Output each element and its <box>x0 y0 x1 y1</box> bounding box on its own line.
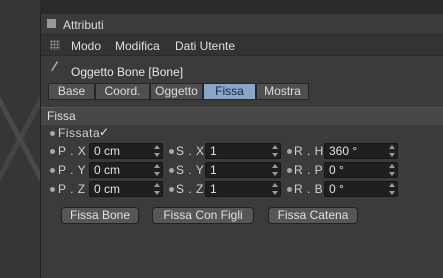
fixed-animate-icon[interactable] <box>50 131 55 136</box>
viewport-background <box>0 0 40 278</box>
px-value: 0 cm <box>94 144 121 158</box>
sx-spinner-icon[interactable] <box>272 145 278 157</box>
fix-bone-button[interactable]: Fissa Bone <box>61 207 139 224</box>
rh-field[interactable]: 360 ° <box>324 143 398 159</box>
rp-label: R . P <box>294 163 324 177</box>
sy-field[interactable]: 1 <box>205 162 281 178</box>
rb-animate-icon[interactable] <box>287 187 292 192</box>
panel-title: Attributi <box>63 18 104 32</box>
rh-label: R . H <box>294 144 324 158</box>
sx-field[interactable]: 1 <box>205 143 281 159</box>
pz-label: P . Z <box>58 182 86 196</box>
section-header: Fissa <box>41 107 443 125</box>
sy-label: S . Y <box>176 163 205 177</box>
py-label: P . Y <box>58 163 87 177</box>
rb-label: R . B <box>294 182 324 196</box>
rp-value: 0 ° <box>329 163 344 177</box>
px-field[interactable]: 0 cm <box>89 143 163 159</box>
rp-spinner-icon[interactable] <box>389 164 395 176</box>
tab-base[interactable]: Base <box>48 83 95 100</box>
sy-spinner-icon[interactable] <box>272 164 278 176</box>
fix-chain-button[interactable]: Fissa Catena <box>268 207 358 224</box>
sz-animate-icon[interactable] <box>169 187 174 192</box>
px-animate-icon[interactable] <box>50 149 55 154</box>
panel-titlebar: Attributi <box>41 14 443 34</box>
sx-label: S . X <box>176 144 205 158</box>
section-title: Fissa <box>47 109 76 123</box>
menu-grip-icon[interactable] <box>50 40 60 50</box>
fixed-label: Fissata <box>58 126 101 140</box>
menu-bar: Modo Modifica Dati Utente <box>41 34 443 56</box>
py-animate-icon[interactable] <box>50 168 55 173</box>
menu-item-modifica[interactable]: Modifica <box>115 39 160 53</box>
rb-value: 0 ° <box>329 182 344 196</box>
sz-label: S . Z <box>176 182 204 196</box>
bone-icon <box>51 61 58 72</box>
menu-item-modo[interactable]: Modo <box>71 39 101 53</box>
tab-mostra[interactable]: Mostra <box>256 83 309 100</box>
rp-field[interactable]: 0 ° <box>324 162 398 178</box>
pz-field[interactable]: 0 cm <box>89 181 163 197</box>
sx-animate-icon[interactable] <box>169 149 174 154</box>
fixed-checkbox[interactable]: ✓ <box>99 125 109 139</box>
sz-field[interactable]: 1 <box>205 181 281 197</box>
attributes-panel: Attributi Modo Modifica Dati Utente Ogge… <box>40 14 443 278</box>
py-spinner-icon[interactable] <box>154 164 160 176</box>
rb-field[interactable]: 0 ° <box>324 181 398 197</box>
tab-fissa[interactable]: Fissa <box>203 83 256 100</box>
rh-animate-icon[interactable] <box>287 149 292 154</box>
pz-spinner-icon[interactable] <box>154 183 160 195</box>
px-label: P . X <box>58 144 87 158</box>
tab-oggetto[interactable]: Oggetto <box>150 83 203 100</box>
rh-value: 360 ° <box>329 144 358 158</box>
py-field[interactable]: 0 cm <box>89 162 163 178</box>
rb-spinner-icon[interactable] <box>389 183 395 195</box>
panel-grip-icon[interactable] <box>47 19 56 28</box>
rp-animate-icon[interactable] <box>287 168 292 173</box>
sz-value: 1 <box>210 182 217 196</box>
menu-item-dati-utente[interactable]: Dati Utente <box>175 39 235 53</box>
sz-spinner-icon[interactable] <box>272 183 278 195</box>
object-header: Oggetto Bone [Bone] <box>41 56 443 80</box>
py-value: 0 cm <box>94 163 121 177</box>
rh-spinner-icon[interactable] <box>389 145 395 157</box>
sy-animate-icon[interactable] <box>169 168 174 173</box>
fix-with-children-button[interactable]: Fissa Con Figli <box>152 207 254 224</box>
pz-value: 0 cm <box>94 182 121 196</box>
sy-value: 1 <box>210 163 217 177</box>
sx-value: 1 <box>210 144 217 158</box>
pz-animate-icon[interactable] <box>50 187 55 192</box>
px-spinner-icon[interactable] <box>154 145 160 157</box>
object-title: Oggetto Bone [Bone] <box>71 65 184 79</box>
tab-coord[interactable]: Coord. <box>95 83 150 100</box>
